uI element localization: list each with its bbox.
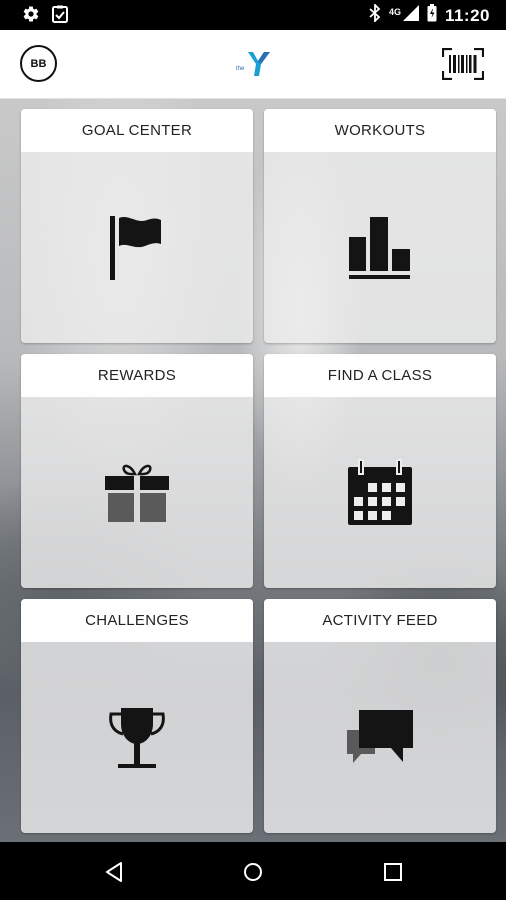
gift-icon bbox=[21, 397, 253, 588]
clipboard-check-icon bbox=[52, 5, 68, 28]
dashboard-grid: GOAL CENTER WORKOUTS REWARDS FIND A CLAS… bbox=[0, 99, 506, 842]
chat-bubbles-icon bbox=[264, 642, 496, 833]
gear-icon bbox=[22, 5, 40, 28]
tile-label: WORKOUTS bbox=[264, 109, 496, 152]
ymca-logo[interactable]: the bbox=[236, 50, 272, 78]
tile-challenges[interactable]: CHALLENGES bbox=[21, 599, 253, 833]
tile-label: REWARDS bbox=[21, 354, 253, 397]
home-icon[interactable] bbox=[238, 857, 268, 887]
tile-label: FIND A CLASS bbox=[264, 354, 496, 397]
back-icon[interactable] bbox=[99, 857, 129, 887]
trophy-icon bbox=[21, 642, 253, 833]
bar-chart-icon bbox=[264, 152, 496, 343]
calendar-icon bbox=[264, 397, 496, 588]
tile-rewards[interactable]: REWARDS bbox=[21, 354, 253, 588]
signal-icon bbox=[402, 5, 419, 26]
tile-label: ACTIVITY FEED bbox=[264, 599, 496, 642]
tile-workouts[interactable]: WORKOUTS bbox=[264, 109, 496, 343]
tile-activity-feed[interactable]: ACTIVITY FEED bbox=[264, 599, 496, 833]
bluetooth-icon bbox=[369, 2, 381, 27]
barcode-scanner-icon[interactable] bbox=[441, 47, 485, 81]
status-time: 11:20 bbox=[444, 5, 490, 25]
system-nav-bar bbox=[0, 842, 506, 900]
app-bar: BB the bbox=[0, 30, 506, 99]
tile-label: CHALLENGES bbox=[21, 599, 253, 642]
network-type: 4G bbox=[388, 6, 401, 17]
status-bar: 4G 11:20 bbox=[0, 0, 506, 30]
flag-icon bbox=[21, 152, 253, 343]
tile-find-a-class[interactable]: FIND A CLASS bbox=[264, 354, 496, 588]
recents-icon[interactable] bbox=[378, 857, 408, 887]
battery-icon bbox=[427, 4, 437, 27]
avatar[interactable]: BB bbox=[20, 45, 57, 82]
tile-goal-center[interactable]: GOAL CENTER bbox=[21, 109, 253, 343]
tile-label: GOAL CENTER bbox=[21, 109, 253, 152]
logo-the-text: the bbox=[236, 66, 245, 72]
